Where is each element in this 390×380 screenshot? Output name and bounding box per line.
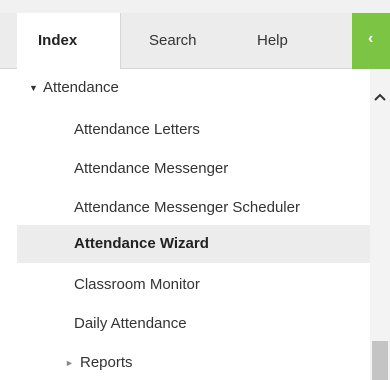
vertical-scrollbar[interactable] bbox=[370, 69, 390, 380]
scroll-thumb[interactable] bbox=[372, 341, 388, 380]
tree-item-label: Attendance Letters bbox=[74, 121, 200, 138]
tab-help[interactable]: Help bbox=[257, 13, 288, 68]
top-strip bbox=[0, 0, 390, 13]
tree-item-label: Attendance Messenger bbox=[74, 160, 229, 177]
index-tree: ▼ Attendance Attendance Letters Attendan… bbox=[17, 69, 370, 380]
collapse-panel-button[interactable]: ‹ bbox=[352, 13, 390, 69]
chevron-up-icon bbox=[374, 93, 386, 101]
tree-node-label: Attendance bbox=[43, 79, 119, 96]
chevron-left-icon: ‹ bbox=[368, 30, 374, 47]
tree-item-label: Attendance Messenger Scheduler bbox=[74, 199, 300, 216]
tree-item-attendance-messenger-scheduler[interactable]: Attendance Messenger Scheduler bbox=[17, 189, 370, 227]
tree-node-label: Reports bbox=[80, 354, 133, 371]
tree-item-label: Attendance Wizard bbox=[74, 235, 209, 252]
tab-index[interactable]: Index bbox=[17, 13, 121, 69]
help-navigation-panel: Index Search Help ‹ ▼ Attendance Attenda… bbox=[0, 0, 390, 380]
tree-item-daily-attendance[interactable]: Daily Attendance bbox=[17, 305, 370, 343]
tree-node-attendance[interactable]: ▼ Attendance bbox=[17, 69, 370, 107]
tree-item-label: Classroom Monitor bbox=[74, 276, 200, 293]
tree-node-reports[interactable]: ► Reports bbox=[17, 344, 370, 380]
tree-item-label: Daily Attendance bbox=[74, 315, 187, 332]
tree-item-attendance-messenger[interactable]: Attendance Messenger bbox=[17, 150, 370, 188]
tree-item-attendance-letters[interactable]: Attendance Letters bbox=[17, 111, 370, 149]
caret-right-icon: ► bbox=[65, 358, 74, 368]
tree-item-classroom-monitor[interactable]: Classroom Monitor bbox=[17, 266, 370, 304]
tab-search[interactable]: Search bbox=[149, 13, 197, 68]
scroll-up-button[interactable] bbox=[370, 89, 390, 109]
tab-bar: Index Search Help bbox=[0, 13, 390, 69]
tree-item-attendance-wizard[interactable]: Attendance Wizard bbox=[17, 225, 370, 263]
caret-down-icon: ▼ bbox=[29, 83, 38, 93]
